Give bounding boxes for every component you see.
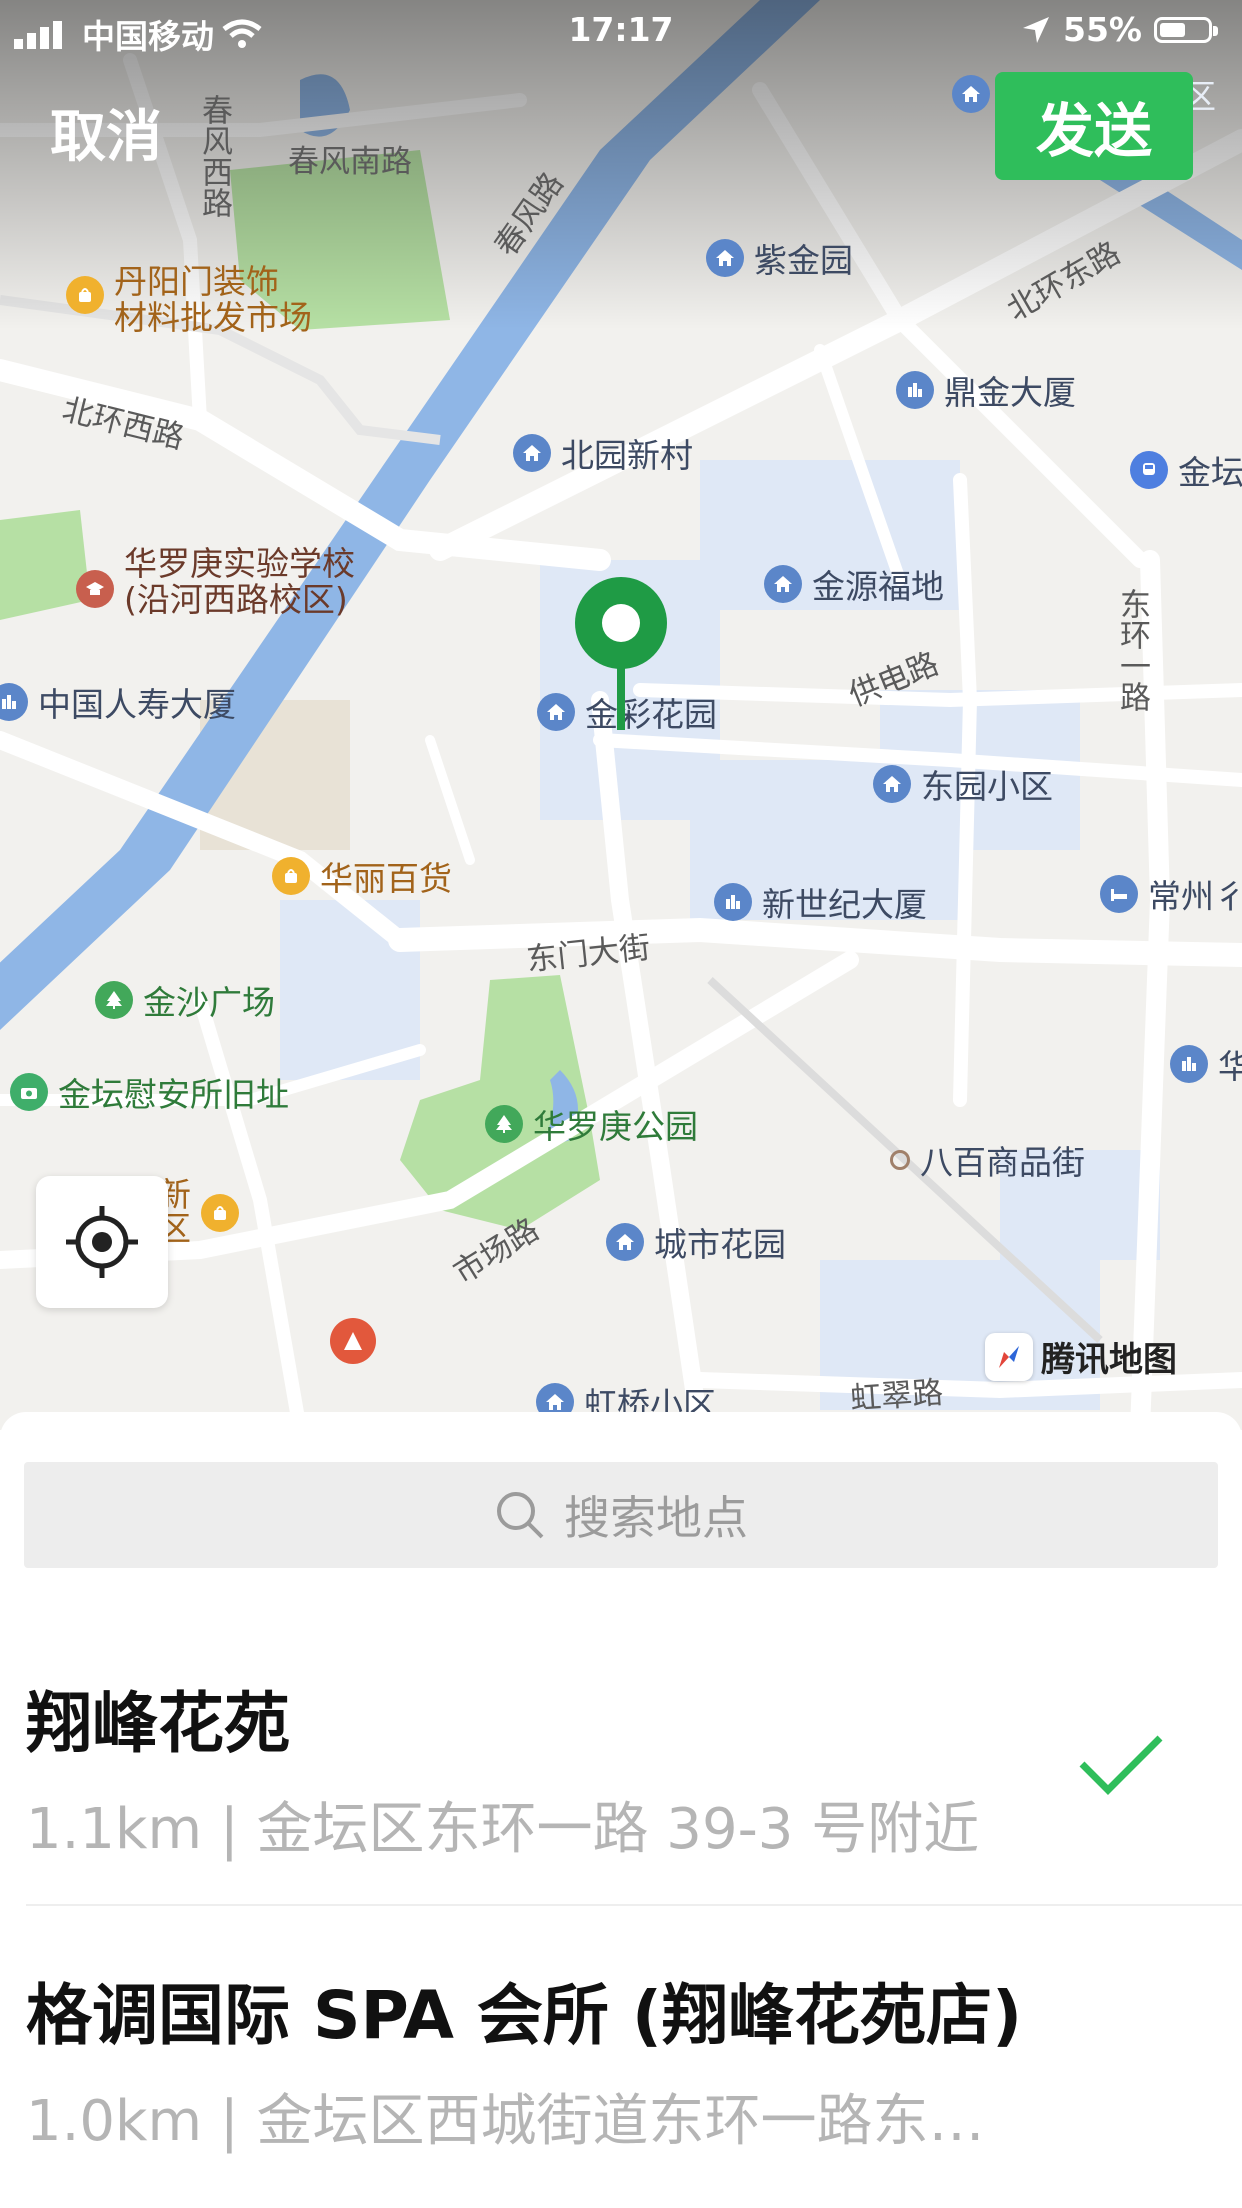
- poi-new-century-tower[interactable]: 新世纪大厦: [714, 878, 927, 926]
- poi-label: 鼎金大厦: [944, 373, 1076, 412]
- school-icon: [76, 570, 114, 608]
- shopping-bag-icon: [66, 276, 104, 314]
- dot-icon: [890, 1150, 910, 1170]
- poi-new-district[interactable]: 新 区: [158, 1178, 239, 1246]
- poi-label: 金源福地: [812, 567, 944, 606]
- home-icon: [606, 1223, 644, 1261]
- construction-icon: [330, 1318, 376, 1364]
- cancel-button[interactable]: 取消: [50, 92, 162, 173]
- list-item[interactable]: 格调国际 SPA 会所 (翔峰花苑店) 1.0km | 金坛区西城街道东环一路东…: [26, 1962, 1216, 2157]
- result-subtitle: 1.1km | 金坛区东环一路 39-3 号附近: [26, 1797, 980, 1862]
- building-icon: [714, 883, 752, 921]
- poi-china-life-tower[interactable]: 中国人寿大厦: [0, 678, 236, 726]
- poi-changzhou-hotel[interactable]: 常州彳: [1100, 870, 1242, 918]
- crosshair-icon: [66, 1206, 138, 1278]
- poi-beiyuan-village[interactable]: 北园新村: [513, 429, 693, 477]
- battery-level: [1160, 22, 1185, 37]
- poi-babai-street[interactable]: 八百商品街: [890, 1136, 1085, 1184]
- poi-label: 华丽百货: [320, 859, 452, 898]
- poi-zijinyuan[interactable]: 紫金园: [706, 234, 853, 282]
- bed-icon: [1100, 875, 1138, 913]
- poi-jintan-comfort-station-site[interactable]: 金坛慰安所旧址: [10, 1068, 289, 1116]
- home-icon: [873, 765, 911, 803]
- building-icon: [1170, 1045, 1208, 1083]
- search-icon: [497, 1492, 544, 1539]
- shopping-bag-icon: [272, 857, 310, 895]
- poi-label: 八百商品街: [920, 1143, 1085, 1182]
- map-view[interactable]: 紫金园 鼎金大厦 北园新村 金坛 丹阳门装饰 材料批发市场 华罗庚实验学校 (沿…: [0, 0, 1242, 1430]
- map-brand: 腾讯地图: [985, 1332, 1177, 1381]
- poi-label: 城市花园: [654, 1225, 786, 1264]
- send-button[interactable]: 发送: [995, 72, 1193, 180]
- poi-dingjin-tower[interactable]: 鼎金大厦: [896, 366, 1076, 414]
- home-icon: [706, 239, 744, 277]
- poi-label: 金沙广场: [143, 983, 275, 1022]
- search-placeholder: 搜索地点: [564, 1491, 748, 1545]
- result-title: 格调国际 SPA 会所 (翔峰花苑店): [26, 1977, 1023, 2054]
- home-icon: [537, 693, 575, 731]
- poi-label: 华: [1218, 1047, 1242, 1086]
- poi-label: 东园小区: [921, 767, 1053, 806]
- poi-label: 华罗庚实验学校 (沿河西路校区): [124, 544, 355, 619]
- poi-label: 常州彳: [1148, 877, 1242, 916]
- poi-label: 中国人寿大厦: [38, 685, 236, 724]
- result-title: 翔峰花苑: [26, 1685, 290, 1762]
- poi-huali-department-store[interactable]: 华丽百货: [272, 852, 452, 900]
- poi-label: 北园新村: [561, 436, 693, 475]
- road-label: 春风西路: [196, 94, 232, 218]
- tree-icon: [95, 981, 133, 1019]
- poi-jinyuan-fudi[interactable]: 金源福地: [764, 560, 944, 608]
- poi-hualuogeng-park[interactable]: 华罗庚公园: [485, 1100, 698, 1148]
- poi-dongyuan-community[interactable]: 东园小区: [873, 760, 1053, 808]
- poi-label: 丹阳门装饰 材料批发市场: [114, 262, 312, 337]
- poi-label: 华罗庚公园: [533, 1107, 698, 1146]
- poi-label: 紫金园: [754, 241, 853, 280]
- compass-icon: [985, 1332, 1033, 1381]
- battery-percent: 55%: [1063, 10, 1142, 49]
- home-icon: [764, 565, 802, 603]
- building-icon: [0, 683, 28, 721]
- poi-hualuogeng-school[interactable]: 华罗庚实验学校 (沿河西路校区): [76, 546, 355, 618]
- poi-city-garden[interactable]: 城市花园: [606, 1218, 786, 1266]
- building-icon: [896, 371, 934, 409]
- shopping-bag-icon: [201, 1194, 239, 1232]
- checkmark-icon: [1079, 1735, 1163, 1795]
- list-item[interactable]: 翔峰花苑 1.1km | 金坛区东环一路 39-3 号附近: [26, 1670, 1216, 1865]
- divider: [26, 1904, 1242, 1906]
- location-arrow-icon: [1023, 16, 1049, 43]
- result-subtitle: 1.0km | 金坛区西城街道东环一路东…: [26, 2089, 985, 2154]
- subway-icon: [1130, 451, 1168, 489]
- brand-label: 腾讯地图: [1041, 1340, 1177, 1380]
- poi-jinsha-square[interactable]: 金沙广场: [95, 976, 275, 1024]
- home-icon: [952, 75, 990, 113]
- poi-hua-partial[interactable]: 华: [1170, 1040, 1242, 1088]
- road-label: 春风南路: [288, 144, 412, 180]
- location-pin-icon: [575, 577, 667, 730]
- poi-label: 金坛: [1178, 453, 1242, 492]
- tree-icon: [485, 1105, 523, 1143]
- poi-jintan-subway[interactable]: 金坛: [1130, 446, 1242, 494]
- poi-label: 新世纪大厦: [762, 885, 927, 924]
- camera-icon: [10, 1073, 48, 1111]
- road-label: 东环一路: [1114, 588, 1150, 712]
- poi-label: 金坛慰安所旧址: [58, 1075, 289, 1114]
- status-bar: 中国移动 17:17 55%: [0, 0, 1242, 62]
- home-icon: [513, 434, 551, 472]
- locate-me-button[interactable]: [36, 1176, 168, 1308]
- search-input[interactable]: 搜索地点: [24, 1462, 1218, 1568]
- poi-danyangmen-market[interactable]: 丹阳门装饰 材料批发市场: [66, 264, 312, 336]
- bottom-sheet: 搜索地点 翔峰花苑 1.1km | 金坛区东环一路 39-3 号附近 格调国际 …: [0, 1412, 1242, 2208]
- battery-icon: [1154, 16, 1218, 43]
- road-label: 虹翠路: [849, 1374, 945, 1418]
